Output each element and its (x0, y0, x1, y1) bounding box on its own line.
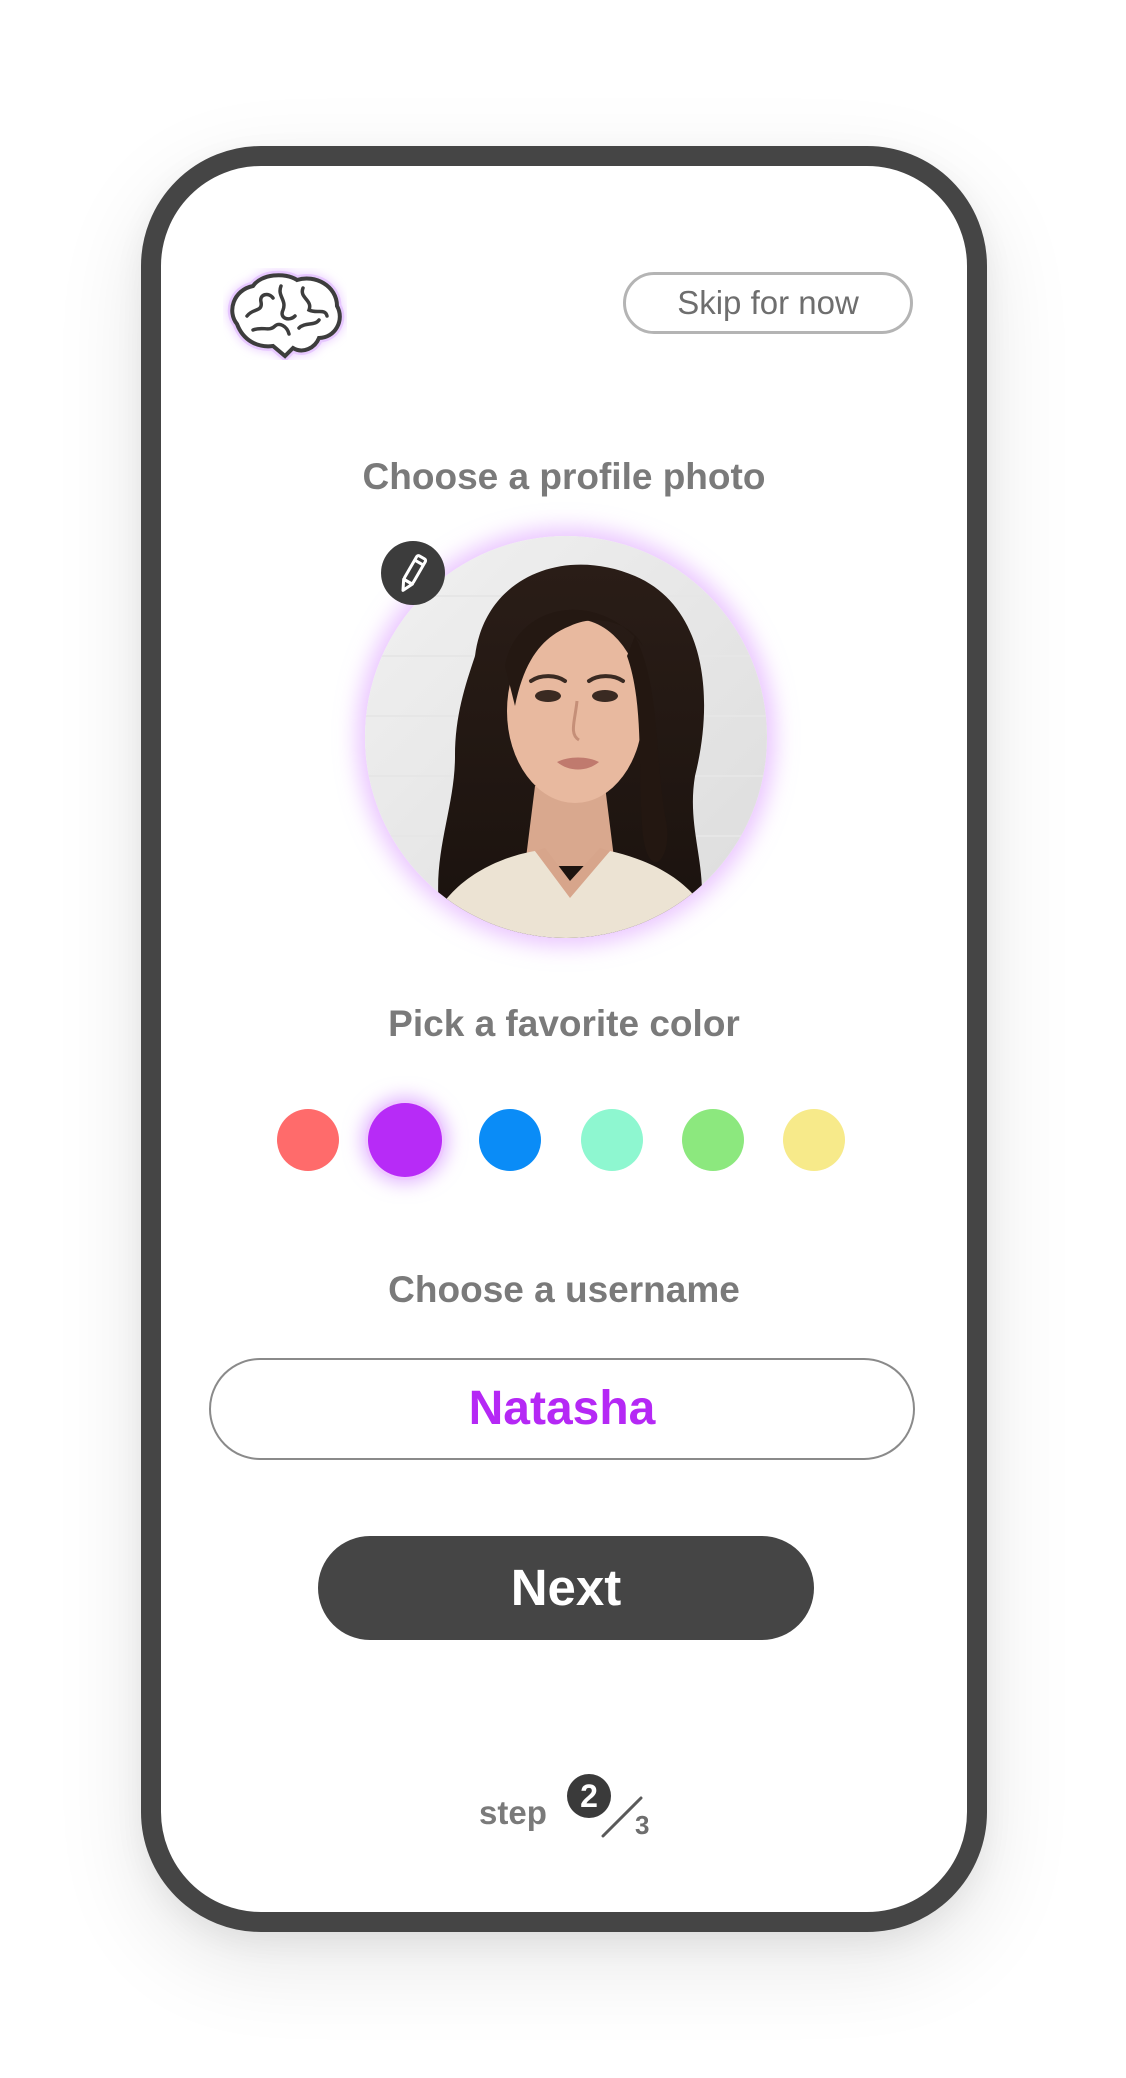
profile-photo-heading: Choose a profile photo (362, 456, 766, 497)
color-picker (161, 1100, 967, 1180)
brain-icon (223, 268, 347, 363)
color-swatch-green[interactable] (682, 1109, 744, 1171)
next-button[interactable]: Next (318, 1536, 814, 1640)
color-swatch-purple[interactable] (368, 1103, 442, 1177)
color-swatch-blue[interactable] (479, 1109, 541, 1171)
color-heading: Pick a favorite color (388, 1003, 740, 1044)
pencil-icon (401, 554, 428, 592)
color-swatch-mint[interactable] (581, 1109, 643, 1171)
username-heading: Choose a username (388, 1269, 740, 1310)
color-swatch-red[interactable] (277, 1109, 339, 1171)
username-input[interactable]: Natasha (209, 1358, 915, 1460)
edit-photo-button[interactable] (381, 541, 445, 605)
step-total: 3 (635, 1810, 650, 1840)
app-screen: Skip for now Choose a profile photo Pick… (0, 0, 1126, 2078)
step-indicator: step 2 3 (161, 1774, 967, 1844)
step-label: step (479, 1794, 547, 1831)
color-swatch-yellow[interactable] (783, 1109, 845, 1171)
phone-frame: Skip for now Choose a profile photo Pick… (141, 146, 987, 1932)
skip-button[interactable]: Skip for now (623, 272, 913, 334)
